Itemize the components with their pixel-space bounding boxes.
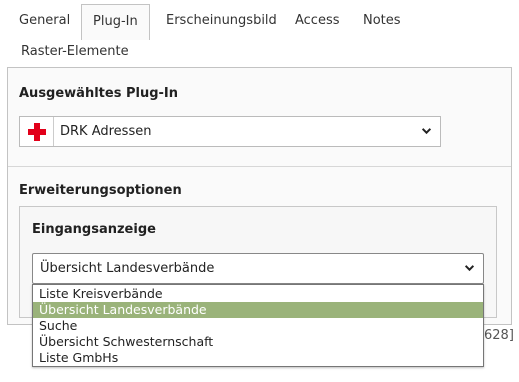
- plugin-select-value: DRK Adressen: [60, 124, 152, 139]
- section-divider: [8, 166, 511, 167]
- tab-plug-in[interactable]: Plug-In: [81, 4, 150, 40]
- tab-bar: General Plug-In Erscheinungsbild Access …: [0, 0, 519, 68]
- tab-notes[interactable]: Notes: [352, 4, 412, 38]
- option-uebersicht-landesverbaende[interactable]: Übersicht Landesverbände: [33, 302, 483, 318]
- chevron-down-icon: [421, 128, 432, 135]
- extension-options-heading: Erweiterungsoptionen: [19, 183, 182, 198]
- plugin-select[interactable]: DRK Adressen: [19, 116, 441, 147]
- option-liste-kreisverbaende[interactable]: Liste Kreisverbände: [33, 286, 483, 302]
- entry-display-select[interactable]: Übersicht Landesverbände: [32, 253, 484, 284]
- chevron-down-icon: [464, 265, 475, 272]
- entry-display-heading: Eingangsanzeige: [32, 222, 156, 237]
- tab-general[interactable]: General: [8, 4, 81, 38]
- tab-raster-elemente[interactable]: Raster-Elemente: [10, 35, 140, 69]
- tab-access[interactable]: Access: [284, 4, 351, 38]
- option-uebersicht-schwesternschaft[interactable]: Übersicht Schwesternschaft: [33, 334, 483, 350]
- option-suche[interactable]: Suche: [33, 318, 483, 334]
- option-liste-gmbhs[interactable]: Liste GmbHs: [33, 350, 483, 366]
- selected-plugin-heading: Ausgewähltes Plug-In: [19, 86, 178, 101]
- plugin-icon-box: [20, 117, 54, 146]
- entry-display-options-list: Liste Kreisverbände Übersicht Landesverb…: [32, 284, 484, 367]
- tab-erscheinungsbild[interactable]: Erscheinungsbild: [155, 4, 288, 38]
- entry-display-select-value: Übersicht Landesverbände: [40, 261, 215, 276]
- partial-text: 628]: [484, 328, 514, 343]
